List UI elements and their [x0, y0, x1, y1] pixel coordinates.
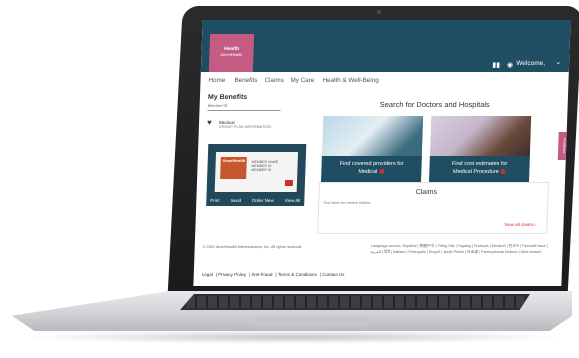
nav-benefits[interactable]: Benefits [234, 77, 257, 84]
language-access[interactable]: Language access: Español | 繁體中文 | Tiếng … [370, 244, 556, 255]
logo-name: AmeriHealth [220, 52, 243, 57]
card-logo: AmeriHealth [220, 157, 247, 179]
welcome-text: Welcome, [516, 60, 546, 67]
nav-health-well-being[interactable]: Health & Well-Being [322, 77, 378, 84]
footer-link-legal[interactable]: Legal [202, 272, 213, 277]
footer-link-contact[interactable]: Contact Us [322, 272, 344, 277]
cost-estimates-button[interactable]: Find cost estimates for Medical Procedur… [428, 156, 530, 182]
laptop-keyboard [180, 294, 530, 310]
view-all-claims-link[interactable]: View all claims › [504, 222, 536, 227]
feedback-tab[interactable]: Feedback [557, 132, 567, 160]
laptop-screen: Health AmeriHealth ▮▮ ◉ Welcome, ⌄ Home … [193, 20, 571, 286]
id-card-image[interactable]: AmeriHealth MEMBER NAME MEMBER ID MEMBER… [214, 152, 299, 192]
my-benefits-title: My Benefits [207, 94, 248, 101]
my-benefits-panel: My Benefits Member ID ♥ Medical GROUP PL… [206, 94, 313, 150]
view-all-cards-button[interactable]: View All [285, 198, 301, 203]
card-member-text: MEMBER NAME MEMBER ID MEMBER ID [251, 160, 279, 172]
order-new-card-button[interactable]: Order New [252, 198, 274, 203]
send-card-button[interactable]: Send [230, 198, 241, 203]
find-providers-line1: Find covered providers for [339, 161, 404, 167]
book-icon[interactable]: ▮▮ [492, 62, 500, 69]
laptop-shadow [20, 330, 565, 344]
logo[interactable]: Health AmeriHealth [208, 34, 255, 72]
copyright: © 2021 AmeriHealth Administrators, Inc. … [202, 245, 303, 249]
cost-estimates-line1: Find cost estimates for [451, 161, 508, 167]
top-bar: Health AmeriHealth ▮▮ ◉ Welcome, ⌄ [200, 20, 571, 72]
cost-estimates-photo [429, 116, 532, 158]
plan-group: GROUP PLAN INFORMATION [218, 125, 272, 129]
laptop-trackpad [250, 316, 370, 326]
nav-claims[interactable]: Claims [264, 77, 283, 84]
footer-link-privacy[interactable]: Privacy Policy [218, 272, 246, 277]
webcam [377, 10, 381, 14]
member-id-value [207, 110, 281, 111]
cost-estimates-line2: Medical Procedure [452, 169, 499, 175]
footer-link-anti-fraud[interactable]: Anti-Fraud [251, 272, 272, 277]
view-all-claims-label: View all claims [504, 222, 534, 227]
arrow-right-icon [500, 169, 506, 175]
providers-photo [321, 116, 424, 158]
plan-info: Medical GROUP PLAN INFORMATION [219, 120, 272, 129]
card-badge [284, 180, 294, 186]
bell-icon[interactable]: ◉ [507, 62, 513, 69]
claims-empty-text: You have no recent claims. [323, 200, 372, 205]
claims-panel: Claims You have no recent claims. View a… [317, 182, 549, 234]
arrow-right-icon [379, 169, 385, 175]
search-title: Search for Doctors and Hospitals [379, 100, 490, 109]
chevron-down-icon[interactable]: ⌄ [555, 58, 561, 66]
id-card-panel: AmeriHealth MEMBER NAME MEMBER ID MEMBER… [206, 144, 307, 206]
footer-link-terms[interactable]: Terms & Conditions [278, 272, 317, 277]
heart-icon: ♥ [206, 118, 212, 127]
member-id-label: Member ID [207, 103, 228, 108]
find-providers-button[interactable]: Find covered providers for Medical [320, 156, 422, 182]
nav-my-care[interactable]: My Care [290, 77, 314, 84]
header-icons: ▮▮ ◉ [487, 61, 513, 69]
claims-title: Claims [415, 189, 438, 196]
print-card-button[interactable]: Print [210, 198, 219, 203]
nav-home[interactable]: Home [208, 77, 225, 84]
card-actions: Print Send Order New View All [210, 198, 300, 203]
footer-links: Legal | Privacy Policy | Anti-Fraud | Terms… [201, 272, 345, 277]
main-nav: Home Benefits Claims My Care Health & We… [200, 74, 568, 88]
find-providers-line2: Medical [358, 169, 378, 175]
